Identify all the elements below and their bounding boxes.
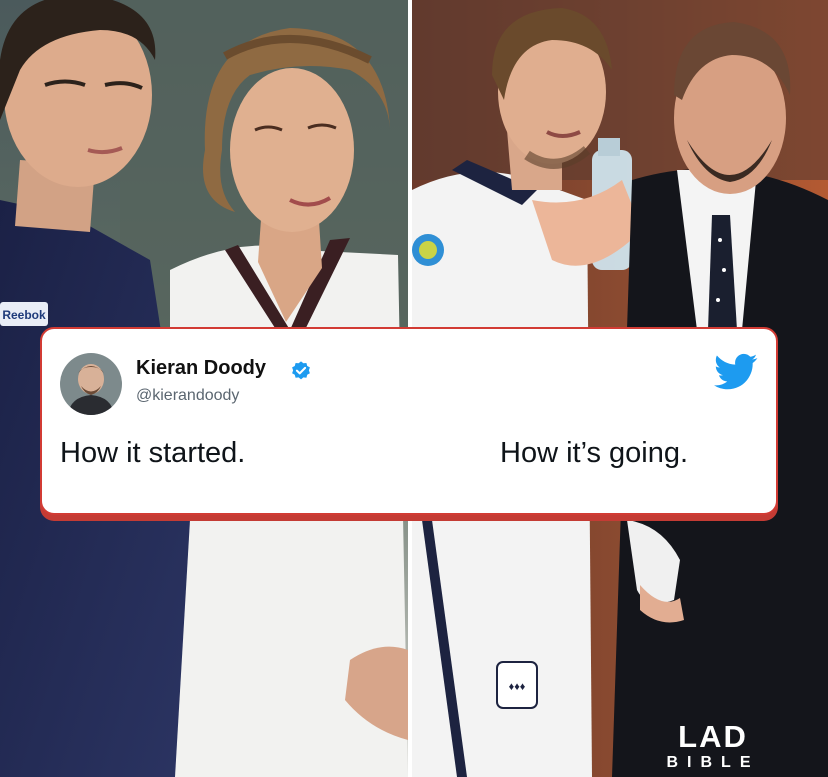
caption-how-it-started: How it started. <box>60 437 246 469</box>
logo-sub-text: BIBLE <box>666 754 760 771</box>
author-name[interactable]: Kieran Doody <box>136 357 266 380</box>
tweet-card: Kieran Doody @kierandoody How it started… <box>40 327 778 515</box>
logo-main-text: LAD <box>678 719 748 754</box>
svg-text:♦♦♦: ♦♦♦ <box>509 681 526 693</box>
twitter-bird-icon <box>714 353 758 390</box>
jacket-logo: Reebok <box>2 308 46 322</box>
verified-badge-icon <box>292 361 310 380</box>
avatar[interactable] <box>60 353 122 415</box>
author-handle[interactable]: @kierandoody <box>136 387 239 405</box>
ladbible-logo: LAD BIBLE <box>656 720 770 774</box>
caption-how-its-going: How it’s going. <box>500 437 689 469</box>
